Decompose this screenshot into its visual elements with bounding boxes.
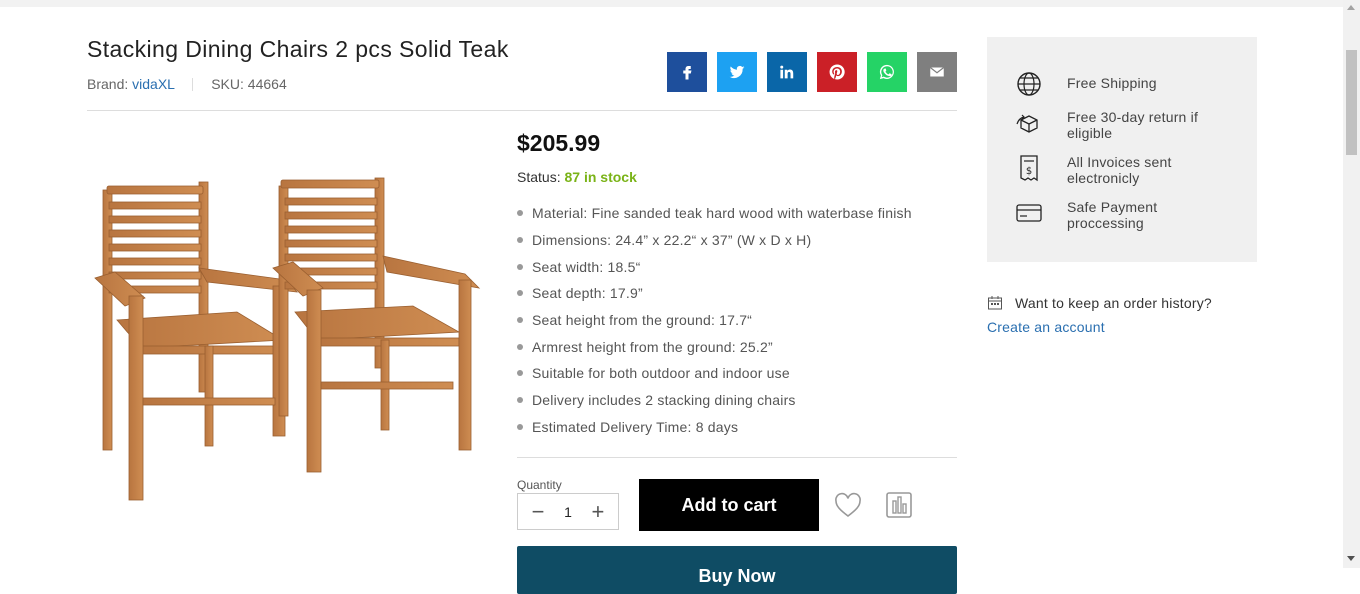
benefit-text: Free 30-day return if eligible xyxy=(1067,109,1199,141)
bullet-icon xyxy=(517,263,523,270)
benefit-text: Free Shipping xyxy=(1067,75,1157,91)
cart-divider xyxy=(517,457,957,458)
top-bar xyxy=(0,0,1343,7)
facebook-icon xyxy=(683,66,692,80)
whatsapp-icon xyxy=(879,64,894,80)
box-return-icon xyxy=(1016,114,1038,133)
chair-left xyxy=(94,181,298,501)
benefit-free-return: Free 30-day return if eligible xyxy=(1015,109,1227,141)
status-label: Status: xyxy=(517,169,561,185)
add-to-cart-button[interactable]: Add to cart xyxy=(639,479,819,531)
feature-item: Suitable for both outdoor and indoor use xyxy=(517,360,912,387)
header-divider xyxy=(87,110,957,111)
share-facebook-button[interactable] xyxy=(667,52,707,92)
feature-item: Material: Fine sanded teak hard wood wit… xyxy=(517,200,912,227)
bullet-icon xyxy=(517,397,523,404)
share-twitter-button[interactable] xyxy=(717,52,757,92)
bullet-icon xyxy=(517,210,523,217)
benefit-text: All Invoices sent electronicly xyxy=(1067,154,1172,186)
feature-text: Armrest height from the ground: 25.2” xyxy=(532,338,773,355)
feature-item: Seat width: 18.5“ xyxy=(517,253,912,280)
quantity-decrement-button[interactable]: − xyxy=(530,500,546,523)
compare-chart-icon[interactable] xyxy=(885,491,913,519)
benefit-text: Safe Payment proccessing xyxy=(1067,199,1158,231)
brand-label: Brand: xyxy=(87,76,129,92)
bullet-icon xyxy=(517,423,523,430)
product-meta: Brand: vidaXL SKU: 44664 xyxy=(87,76,287,92)
wishlist-heart-icon[interactable] xyxy=(834,492,862,520)
page-scrollbar[interactable] xyxy=(1343,0,1360,568)
feature-item: Seat height from the ground: 17.7“ xyxy=(517,307,912,334)
benefit-safe-payment: Safe Payment proccessing xyxy=(1015,199,1227,231)
feature-text: Suitable for both outdoor and indoor use xyxy=(532,365,790,382)
brand-link[interactable]: vidaXL xyxy=(132,76,174,92)
order-history-prompt: Want to keep an order history? xyxy=(987,295,1212,311)
pinterest-icon xyxy=(829,64,845,80)
history-text: Want to keep an order history? xyxy=(1015,295,1212,311)
product-price: $205.99 xyxy=(517,130,601,156)
feature-text: Estimated Delivery Time: 8 days xyxy=(532,418,739,435)
share-email-button[interactable] xyxy=(917,52,957,92)
bullet-icon xyxy=(517,343,523,350)
bullet-icon xyxy=(517,237,523,244)
twitter-icon xyxy=(729,65,745,79)
share-linkedin-button[interactable] xyxy=(767,52,807,92)
scrollbar-thumb[interactable] xyxy=(1346,50,1357,155)
svg-text:$: $ xyxy=(1026,166,1032,177)
credit-card-icon xyxy=(1016,204,1042,222)
bullet-icon xyxy=(517,370,523,377)
calendar-icon xyxy=(988,296,1002,310)
benefits-box: Free Shipping Free 30-day return if elig… xyxy=(987,37,1257,262)
feature-text: Seat width: 18.5“ xyxy=(532,258,641,275)
feature-text: Material: Fine sanded teak hard wood wit… xyxy=(532,205,912,222)
email-icon xyxy=(929,67,945,77)
feature-text: Seat depth: 17.9” xyxy=(532,285,643,302)
buy-now-button[interactable]: Buy Now xyxy=(517,546,957,594)
product-page: Stacking Dining Chairs 2 pcs Solid Teak … xyxy=(0,0,1343,594)
create-account-link[interactable]: Create an account xyxy=(987,319,1105,335)
feature-list: Material: Fine sanded teak hard wood wit… xyxy=(517,200,912,440)
feature-text: Delivery includes 2 stacking dining chai… xyxy=(532,392,796,409)
stock-status: Status: 87 in stock xyxy=(517,169,637,185)
feature-item: Delivery includes 2 stacking dining chai… xyxy=(517,387,912,414)
bullet-icon xyxy=(517,317,523,324)
benefit-invoices: $ All Invoices sent electronicly xyxy=(1015,154,1227,186)
chair-right xyxy=(272,177,481,473)
scroll-up-icon[interactable] xyxy=(1347,5,1355,10)
feature-item: Estimated Delivery Time: 8 days xyxy=(517,414,912,441)
share-pinterest-button[interactable] xyxy=(817,52,857,92)
sku-value: 44664 xyxy=(247,76,287,92)
bullet-icon xyxy=(517,290,523,297)
share-whatsapp-button[interactable] xyxy=(867,52,907,92)
scroll-down-icon[interactable] xyxy=(1347,556,1355,561)
feature-item: Dimensions: 24.4” x 22.2“ x 37” (W x D x… xyxy=(517,227,912,254)
feature-text: Seat height from the ground: 17.7“ xyxy=(532,312,753,329)
feature-item: Armrest height from the ground: 25.2” xyxy=(517,333,912,360)
globe-icon xyxy=(1017,72,1041,96)
feature-text: Dimensions: 24.4” x 22.2“ x 37” (W x D x… xyxy=(532,232,812,249)
sku-label: SKU: xyxy=(211,76,244,92)
feature-item: Seat depth: 17.9” xyxy=(517,280,912,307)
benefit-free-shipping: Free Shipping xyxy=(1015,70,1227,98)
product-image[interactable] xyxy=(87,150,492,510)
invoice-icon: $ xyxy=(1020,155,1038,182)
meta-divider xyxy=(192,78,194,91)
quantity-increment-button[interactable]: + xyxy=(590,500,606,523)
quantity-label: Quantity xyxy=(517,478,562,492)
page-title: Stacking Dining Chairs 2 pcs Solid Teak xyxy=(87,36,509,62)
linkedin-icon xyxy=(780,65,794,79)
quantity-stepper: − 1 + xyxy=(517,493,619,530)
stock-count: 87 in stock xyxy=(564,169,637,185)
quantity-input[interactable]: 1 xyxy=(564,504,572,520)
